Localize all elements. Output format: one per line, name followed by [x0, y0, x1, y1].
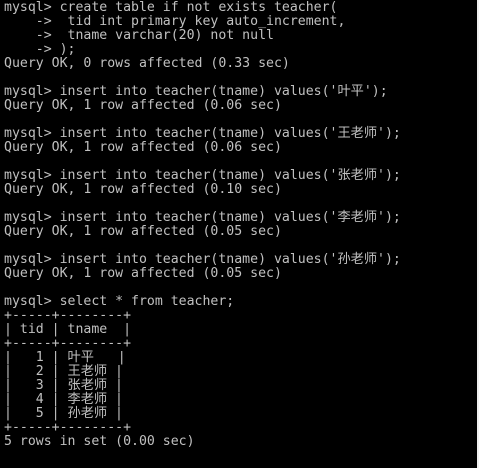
insert-command: mysql> insert into teacher(tname) values… [4, 252, 401, 267]
table-row: | 5 | 孙老师 | [4, 406, 123, 421]
table-border: +-----+--------+ [4, 336, 132, 351]
table-row: | 3 | 张老师 | [4, 378, 123, 393]
query-result: Query OK, 1 row affected (0.06 sec) [4, 98, 282, 113]
select-command: mysql> select * from teacher; [4, 294, 235, 309]
table-header-row: | tid | tname | [4, 322, 132, 337]
table-border: +-----+--------+ [4, 420, 132, 435]
window-bottom-edge [0, 468, 479, 475]
create-table-continuation: -> tid int primary key auto_increment, [4, 14, 346, 29]
table-row: | 1 | 叶平 | [4, 350, 126, 365]
table-row: | 2 | 王老师 | [4, 364, 123, 379]
query-result: Query OK, 1 row affected (0.10 sec) [4, 182, 282, 197]
query-result: Query OK, 1 row affected (0.06 sec) [4, 140, 282, 155]
insert-command: mysql> insert into teacher(tname) values… [4, 126, 401, 141]
query-result: Query OK, 0 rows affected (0.33 sec) [4, 56, 290, 71]
insert-command: mysql> insert into teacher(tname) values… [4, 210, 401, 225]
create-table-continuation: -> ); [4, 42, 76, 57]
select-result: 5 rows in set (0.00 sec) [4, 434, 195, 449]
create-table-continuation: -> tname varchar(20) not null [4, 28, 274, 43]
insert-command: mysql> insert into teacher(tname) values… [4, 84, 388, 99]
terminal-window[interactable]: mysql> create table if not exists teache… [0, 0, 479, 475]
table-row: | 4 | 李老师 | [4, 392, 123, 407]
create-table-command: mysql> create table if not exists teache… [4, 0, 338, 15]
console-output: mysql> create table if not exists teache… [4, 1, 401, 449]
query-result: Query OK, 1 row affected (0.05 sec) [4, 224, 282, 239]
query-result: Query OK, 1 row affected (0.05 sec) [4, 266, 282, 281]
table-border: +-----+--------+ [4, 308, 132, 323]
insert-command: mysql> insert into teacher(tname) values… [4, 168, 401, 183]
